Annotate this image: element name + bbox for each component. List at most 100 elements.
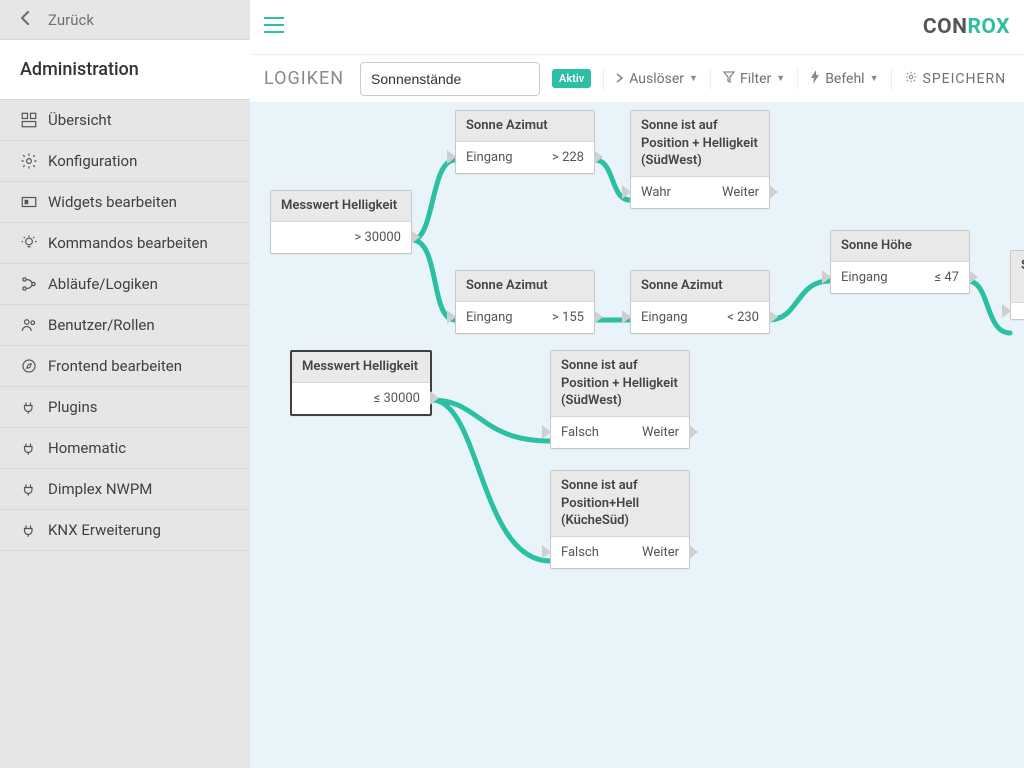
node-title: Sonne Azimut — [631, 271, 769, 302]
node-sonne-position-sw-1[interactable]: Sonne ist auf Position + Helligkeit (Süd… — [630, 110, 770, 209]
node-io-row: Eingang < 230 — [631, 302, 769, 333]
save-button[interactable]: SPEICHERN — [904, 70, 1007, 88]
input-port-icon[interactable] — [622, 185, 631, 199]
output-port-icon[interactable] — [969, 270, 978, 284]
widgets-icon — [20, 193, 48, 211]
node-title: Sonne Azimut — [456, 111, 594, 142]
plug-icon — [20, 439, 48, 457]
sidebar-item-label: Kommandos bearbeiten — [48, 234, 208, 252]
sidebar-item-label: Plugins — [48, 398, 97, 416]
sidebar: Zurück Administration Übersicht Konfigur… — [0, 0, 250, 768]
sidebar-item-label: Übersicht — [48, 111, 112, 129]
output-port-icon[interactable] — [430, 391, 439, 405]
node-io-row: Eingang ≤ 47 — [831, 262, 969, 293]
plug-icon — [20, 521, 48, 539]
input-port-icon[interactable] — [822, 270, 831, 284]
sidebar-item-homematic[interactable]: Homematic — [0, 428, 250, 469]
output-port-icon[interactable] — [689, 545, 698, 559]
input-port-icon[interactable] — [447, 310, 456, 324]
caret-down-icon: ▼ — [870, 73, 879, 84]
node-sonne-azimut-3[interactable]: Sonne Azimut Eingang < 230 — [630, 270, 770, 334]
output-port-icon[interactable] — [769, 310, 778, 324]
sidebar-item-knx[interactable]: KNX Erweiterung — [0, 510, 250, 551]
sidebar-item-users[interactable]: Benutzer/Rollen — [0, 305, 250, 346]
input-port-icon[interactable] — [542, 425, 551, 439]
node-io-row: Eingang > 228 — [456, 142, 594, 173]
output-port-icon[interactable] — [411, 230, 420, 244]
node-messwert-helligkeit-1[interactable]: Messwert Helligkeit > 30000 — [270, 190, 412, 254]
node-sonne-position-sw-2[interactable]: Sonne ist auf Position + Helligkeit (Süd… — [550, 350, 690, 449]
sidebar-item-configuration[interactable]: Konfiguration — [0, 141, 250, 182]
logic-canvas[interactable]: Messwert Helligkeit > 30000 Sonne Azimut… — [250, 103, 1024, 768]
node-sonne-position-kueche[interactable]: Sonne ist auf Position+Hell (KücheSüd) F… — [550, 470, 690, 569]
filter-icon — [723, 71, 735, 87]
node-sonne-hoehe[interactable]: Sonne Höhe Eingang ≤ 47 — [830, 230, 970, 294]
bulb-icon — [20, 234, 48, 252]
toolbar: LOGIKEN Aktiv Auslöser▼ Filter▼ Befehl▼ … — [250, 55, 1024, 103]
node-title: Sonne ist auf Position + Helligkeit (Süd… — [631, 111, 769, 177]
dashboard-icon — [20, 111, 48, 129]
trigger-dropdown[interactable]: Auslöser▼ — [616, 71, 698, 87]
output-port-icon[interactable] — [689, 425, 698, 439]
gear-icon — [20, 152, 48, 170]
plug-icon — [20, 398, 48, 416]
command-dropdown[interactable]: Befehl▼ — [810, 70, 878, 88]
sidebar-item-logics[interactable]: Abläufe/Logiken — [0, 264, 250, 305]
back-label: Zurück — [48, 11, 94, 29]
sidebar-title: Administration — [0, 40, 250, 100]
output-port-icon[interactable] — [594, 150, 603, 164]
logic-name-input[interactable] — [360, 62, 540, 96]
node-io-row: Eingang > 155 — [456, 302, 594, 333]
node-title: S — [1011, 251, 1024, 303]
sidebar-item-label: Widgets bearbeiten — [48, 193, 177, 211]
chevron-right-icon — [616, 71, 624, 87]
node-title: Messwert Helligkeit — [292, 352, 430, 383]
users-icon — [20, 316, 48, 334]
sidebar-item-label: Dimplex NWPM — [48, 480, 152, 498]
node-output-row: > 30000 — [271, 222, 411, 253]
menu-icon[interactable] — [264, 17, 284, 37]
node-messwert-helligkeit-2[interactable]: Messwert Helligkeit ≤ 30000 — [290, 350, 432, 416]
caret-down-icon: ▼ — [689, 73, 698, 84]
status-badge: Aktiv — [552, 69, 591, 88]
node-partial-right[interactable]: S — [1010, 250, 1024, 320]
gear-icon — [904, 70, 918, 88]
back-button[interactable]: Zurück — [0, 0, 250, 40]
node-io-row — [1011, 303, 1024, 319]
node-sonne-azimut-1[interactable]: Sonne Azimut Eingang > 228 — [455, 110, 595, 174]
input-port-icon[interactable] — [622, 310, 631, 324]
filter-dropdown[interactable]: Filter▼ — [723, 71, 785, 87]
bolt-icon — [810, 70, 820, 88]
node-io-row: Wahr Weiter — [631, 177, 769, 208]
topbar: CONROX — [250, 0, 1024, 55]
output-port-icon[interactable] — [769, 185, 778, 199]
node-title: Messwert Helligkeit — [271, 191, 411, 222]
node-output-row: ≤ 30000 — [292, 383, 430, 414]
input-port-icon[interactable] — [1002, 304, 1011, 318]
chevron-left-icon — [20, 11, 30, 29]
compass-icon — [20, 357, 48, 375]
sidebar-item-label: Abläufe/Logiken — [48, 275, 158, 293]
sidebar-item-label: KNX Erweiterung — [48, 521, 161, 539]
node-title: Sonne ist auf Position + Helligkeit (Süd… — [551, 351, 689, 417]
sidebar-item-label: Benutzer/Rollen — [48, 316, 155, 334]
sidebar-item-label: Homematic — [48, 439, 126, 457]
sidebar-item-label: Konfiguration — [48, 152, 137, 170]
caret-down-icon: ▼ — [776, 73, 785, 84]
sidebar-item-frontend[interactable]: Frontend bearbeiten — [0, 346, 250, 387]
sidebar-item-widgets[interactable]: Widgets bearbeiten — [0, 182, 250, 223]
sidebar-item-plugins[interactable]: Plugins — [0, 387, 250, 428]
node-title: Sonne ist auf Position+Hell (KücheSüd) — [551, 471, 689, 537]
sidebar-item-label: Frontend bearbeiten — [48, 357, 182, 375]
flow-icon — [20, 275, 48, 293]
node-io-row: Falsch Weiter — [551, 537, 689, 568]
sidebar-item-overview[interactable]: Übersicht — [0, 100, 250, 141]
node-title: Sonne Azimut — [456, 271, 594, 302]
input-port-icon[interactable] — [447, 150, 456, 164]
plug-icon — [20, 480, 48, 498]
output-port-icon[interactable] — [594, 310, 603, 324]
sidebar-item-commands[interactable]: Kommandos bearbeiten — [0, 223, 250, 264]
input-port-icon[interactable] — [542, 545, 551, 559]
node-sonne-azimut-2[interactable]: Sonne Azimut Eingang > 155 — [455, 270, 595, 334]
sidebar-item-dimplex[interactable]: Dimplex NWPM — [0, 469, 250, 510]
